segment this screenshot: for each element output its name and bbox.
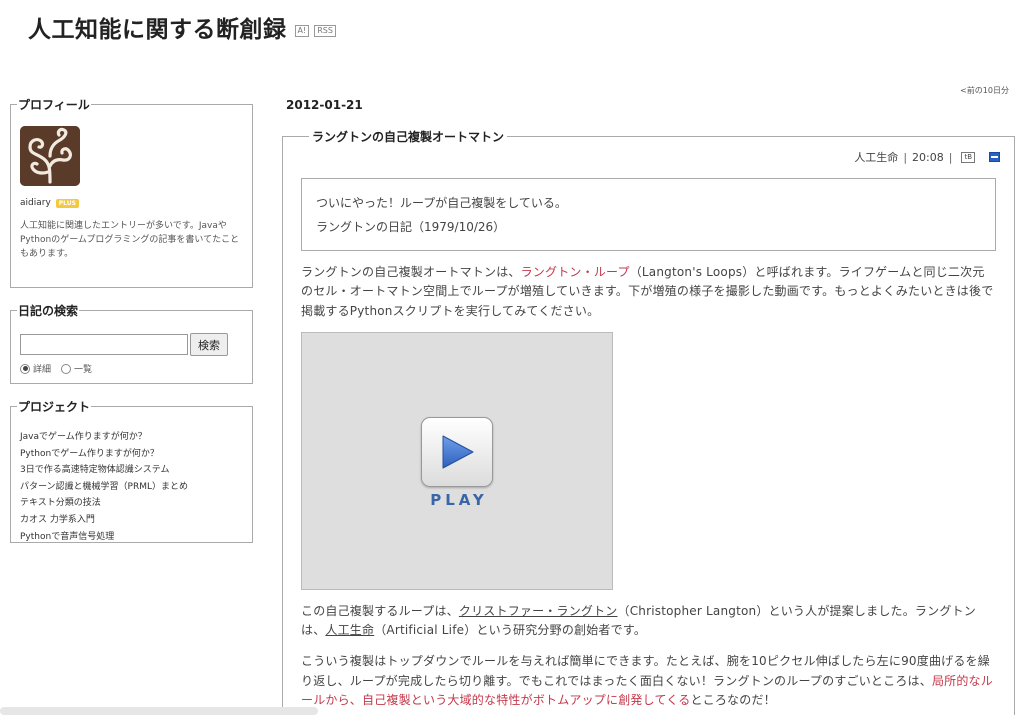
- project-link[interactable]: Javaでゲーム作りますが何か？: [20, 429, 243, 446]
- search-row: 検索: [20, 333, 243, 356]
- plus-badge: PLUS: [55, 198, 79, 208]
- projects-box: プロジェクト Javaでゲーム作りますが何か？ Pythonでゲーム作りますが何…: [10, 398, 253, 543]
- search-box: 日記の検索 検索 詳細 一覧: [10, 302, 253, 384]
- langtons-loop-link[interactable]: ラングトン・ループ: [521, 265, 630, 279]
- project-link[interactable]: Pythonでゲーム作りますが何か？: [20, 446, 243, 463]
- search-button[interactable]: 検索: [190, 333, 228, 356]
- project-link[interactable]: テキスト分類の技法: [20, 495, 243, 512]
- text: ところなのだ！: [690, 693, 776, 708]
- entry-time[interactable]: 20:08: [912, 151, 944, 164]
- text: ラングトンの自己複製オートマトンは、: [301, 265, 521, 279]
- trackback-icon[interactable]: tB: [961, 151, 975, 163]
- spiral-logo-icon: [20, 126, 80, 186]
- search-input[interactable]: [20, 334, 188, 355]
- artificial-life-link[interactable]: 人工生命: [325, 623, 374, 637]
- radio-detail[interactable]: [20, 363, 30, 374]
- play-button[interactable]: [421, 416, 493, 487]
- paragraph-replication: こういう複製はトップダウンでルールを与えれば簡単にできます。たとえば、腕を10ピ…: [301, 652, 996, 710]
- search-mode-radios: 詳細 一覧: [20, 362, 243, 375]
- paragraph-intro: ラングトンの自己複製オートマトンは、ラングトン・ループ（Langton's Lo…: [301, 263, 996, 321]
- profile-box: プロフィール aidiary PLUS 人工知能に関連したエントリーが多いです。…: [10, 96, 253, 288]
- projects-legend: プロジェクト: [18, 400, 91, 414]
- bookmark-icon[interactable]: [989, 152, 1000, 162]
- search-legend: 日記の検索: [18, 304, 79, 318]
- video-player[interactable]: PLAY: [301, 331, 613, 590]
- avatar[interactable]: [20, 126, 80, 186]
- entry-meta: 人工生命 | 20:08 | tB: [301, 148, 1000, 166]
- entry-date[interactable]: 2012-01-21: [286, 98, 363, 112]
- christopher-langton-link[interactable]: クリストファー・ラングトン: [459, 604, 618, 618]
- entry-category[interactable]: 人工生命: [854, 149, 898, 165]
- radio-detail-label: 詳細: [33, 365, 52, 375]
- meta-separator: |: [903, 150, 908, 164]
- radio-list[interactable]: [61, 363, 72, 374]
- quote-line: ラングトンの日記（1979/10/26）: [316, 220, 506, 234]
- quote-block: ついにやった！ループが自己複製をしている。 ラングトンの日記（1979/10/2…: [301, 178, 996, 251]
- project-link[interactable]: カオス 力学系入門: [20, 512, 243, 529]
- radio-list-label: 一覧: [74, 365, 93, 375]
- profile-legend: プロフィール: [18, 98, 90, 112]
- entry-title[interactable]: ラングトンの自己複製オートマトン: [309, 128, 507, 145]
- horizontal-scrollbar[interactable]: [0, 707, 318, 715]
- project-link[interactable]: パターン認識と機械学習（PRML）まとめ: [20, 479, 243, 496]
- play-label: PLAY: [430, 490, 488, 509]
- paragraph-langton: この自己複製するループは、クリストファー・ラングトン（Christopher L…: [301, 602, 996, 641]
- prev-days-link[interactable]: <前の10日分: [960, 85, 1009, 96]
- text: （Artificial Life）という研究分野の創始者です。: [374, 623, 647, 638]
- rss-badge[interactable]: RSS: [314, 25, 336, 37]
- username[interactable]: aidiary: [20, 198, 51, 208]
- text: こういう複製はトップダウンでルールを与えれば簡単にできます。たとえば、腕を10ピ…: [301, 654, 990, 688]
- project-link[interactable]: Pythonで音声信号処理: [20, 529, 243, 546]
- site-title[interactable]: 人工知能に関する断創録: [28, 10, 287, 44]
- project-link[interactable]: 3日で作る高速特定物体認識システム: [20, 462, 243, 479]
- sidebar: プロフィール aidiary PLUS 人工知能に関連したエントリーが多いです。…: [10, 96, 253, 557]
- meta-separator: |: [948, 150, 953, 164]
- play-icon: [442, 435, 474, 469]
- username-row: aidiary PLUS: [20, 198, 243, 208]
- text: この自己複製するループは、: [301, 603, 459, 618]
- antenna-badge[interactable]: A!: [294, 25, 310, 37]
- site-header: 人工知能に関する断創録 A! RSS: [28, 10, 336, 44]
- profile-description: 人工知能に関連したエントリーが多いです。JavaやPythonのゲームプログラミ…: [20, 221, 240, 259]
- project-list: Javaでゲーム作りますが何か？ Pythonでゲーム作りますが何か？ 3日で作…: [20, 429, 243, 545]
- quote-line: ついにやった！ループが自己複製をしている。: [316, 196, 567, 210]
- entry-box: ラングトンの自己複製オートマトン 人工生命 | 20:08 | tB ついにやっ…: [282, 128, 1015, 715]
